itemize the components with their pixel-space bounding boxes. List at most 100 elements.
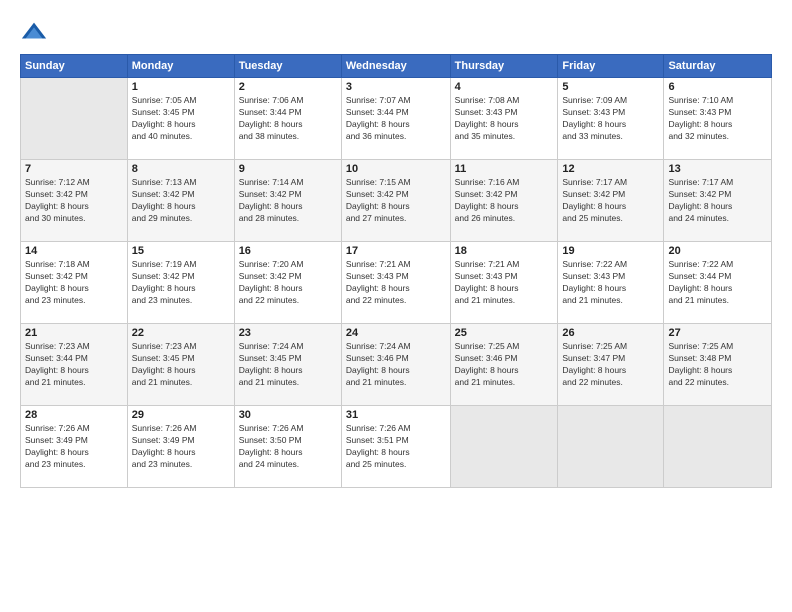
day-info: Sunrise: 7:13 AMSunset: 3:42 PMDaylight:…	[132, 177, 230, 225]
calendar-cell: 30 Sunrise: 7:26 AMSunset: 3:50 PMDayligh…	[234, 406, 341, 488]
day-info: Sunrise: 7:20 AMSunset: 3:42 PMDaylight:…	[239, 259, 337, 307]
day-number: 3	[346, 81, 446, 93]
calendar-cell: 8 Sunrise: 7:13 AMSunset: 3:42 PMDaylight…	[127, 160, 234, 242]
calendar-page: SundayMondayTuesdayWednesdayThursdayFrid…	[0, 0, 792, 612]
day-info: Sunrise: 7:25 AMSunset: 3:48 PMDaylight:…	[668, 341, 767, 389]
day-info: Sunrise: 7:18 AMSunset: 3:42 PMDaylight:…	[25, 259, 123, 307]
day-number: 2	[239, 81, 337, 93]
calendar-cell: 11 Sunrise: 7:16 AMSunset: 3:42 PMDayligh…	[450, 160, 558, 242]
calendar-cell: 3 Sunrise: 7:07 AMSunset: 3:44 PMDaylight…	[341, 78, 450, 160]
calendar-cell: 4 Sunrise: 7:08 AMSunset: 3:43 PMDaylight…	[450, 78, 558, 160]
calendar-cell	[450, 406, 558, 488]
day-number: 8	[132, 163, 230, 175]
day-number: 21	[25, 327, 123, 339]
day-of-week-header: Wednesday	[341, 55, 450, 78]
day-number: 16	[239, 245, 337, 257]
day-number: 29	[132, 409, 230, 421]
calendar-week-row: 14 Sunrise: 7:18 AMSunset: 3:42 PMDayligh…	[21, 242, 772, 324]
day-info: Sunrise: 7:06 AMSunset: 3:44 PMDaylight:…	[239, 95, 337, 143]
day-of-week-header: Saturday	[664, 55, 772, 78]
day-info: Sunrise: 7:12 AMSunset: 3:42 PMDaylight:…	[25, 177, 123, 225]
day-number: 20	[668, 245, 767, 257]
day-info: Sunrise: 7:16 AMSunset: 3:42 PMDaylight:…	[455, 177, 554, 225]
day-info: Sunrise: 7:21 AMSunset: 3:43 PMDaylight:…	[346, 259, 446, 307]
day-number: 4	[455, 81, 554, 93]
header	[20, 18, 772, 46]
day-info: Sunrise: 7:24 AMSunset: 3:46 PMDaylight:…	[346, 341, 446, 389]
day-number: 23	[239, 327, 337, 339]
calendar-cell: 10 Sunrise: 7:15 AMSunset: 3:42 PMDayligh…	[341, 160, 450, 242]
day-info: Sunrise: 7:26 AMSunset: 3:49 PMDaylight:…	[132, 423, 230, 471]
day-number: 11	[455, 163, 554, 175]
day-info: Sunrise: 7:24 AMSunset: 3:45 PMDaylight:…	[239, 341, 337, 389]
calendar-cell	[21, 78, 128, 160]
calendar-cell: 7 Sunrise: 7:12 AMSunset: 3:42 PMDaylight…	[21, 160, 128, 242]
day-info: Sunrise: 7:25 AMSunset: 3:46 PMDaylight:…	[455, 341, 554, 389]
calendar-cell: 24Sunrise: 7:24 AMSunset: 3:46 PMDayligh…	[341, 324, 450, 406]
day-number: 27	[668, 327, 767, 339]
calendar-cell: 27 Sunrise: 7:25 AMSunset: 3:48 PMDayligh…	[664, 324, 772, 406]
calendar-cell: 26 Sunrise: 7:25 AMSunset: 3:47 PMDayligh…	[558, 324, 664, 406]
day-number: 15	[132, 245, 230, 257]
calendar-cell	[558, 406, 664, 488]
calendar-cell: 12Sunrise: 7:17 AMSunset: 3:42 PMDayligh…	[558, 160, 664, 242]
day-number: 13	[668, 163, 767, 175]
day-info: Sunrise: 7:08 AMSunset: 3:43 PMDaylight:…	[455, 95, 554, 143]
calendar-cell: 22 Sunrise: 7:23 AMSunset: 3:45 PMDayligh…	[127, 324, 234, 406]
calendar-cell: 17 Sunrise: 7:21 AMSunset: 3:43 PMDayligh…	[341, 242, 450, 324]
calendar-cell: 18 Sunrise: 7:21 AMSunset: 3:43 PMDayligh…	[450, 242, 558, 324]
day-number: 18	[455, 245, 554, 257]
calendar-cell: 21 Sunrise: 7:23 AMSunset: 3:44 PMDayligh…	[21, 324, 128, 406]
calendar-cell: 31Sunrise: 7:26 AMSunset: 3:51 PMDayligh…	[341, 406, 450, 488]
calendar-cell: 16 Sunrise: 7:20 AMSunset: 3:42 PMDayligh…	[234, 242, 341, 324]
day-number: 10	[346, 163, 446, 175]
day-of-week-header: Friday	[558, 55, 664, 78]
logo	[20, 18, 52, 46]
day-number: 17	[346, 245, 446, 257]
day-info: Sunrise: 7:07 AMSunset: 3:44 PMDaylight:…	[346, 95, 446, 143]
day-number: 7	[25, 163, 123, 175]
day-info: Sunrise: 7:09 AMSunset: 3:43 PMDaylight:…	[562, 95, 659, 143]
day-info: Sunrise: 7:21 AMSunset: 3:43 PMDaylight:…	[455, 259, 554, 307]
day-info: Sunrise: 7:19 AMSunset: 3:42 PMDaylight:…	[132, 259, 230, 307]
day-number: 30	[239, 409, 337, 421]
calendar-cell: 20Sunrise: 7:22 AMSunset: 3:44 PMDayligh…	[664, 242, 772, 324]
day-info: Sunrise: 7:23 AMSunset: 3:44 PMDaylight:…	[25, 341, 123, 389]
day-number: 5	[562, 81, 659, 93]
day-of-week-header: Monday	[127, 55, 234, 78]
calendar-cell: 23 Sunrise: 7:24 AMSunset: 3:45 PMDayligh…	[234, 324, 341, 406]
calendar-week-row: 28 Sunrise: 7:26 AMSunset: 3:49 PMDayligh…	[21, 406, 772, 488]
day-of-week-header: Tuesday	[234, 55, 341, 78]
calendar-cell: 6Sunrise: 7:10 AMSunset: 3:43 PMDaylight…	[664, 78, 772, 160]
calendar-cell: 25 Sunrise: 7:25 AMSunset: 3:46 PMDayligh…	[450, 324, 558, 406]
calendar-cell: 29 Sunrise: 7:26 AMSunset: 3:49 PMDayligh…	[127, 406, 234, 488]
day-number: 25	[455, 327, 554, 339]
calendar-header-row: SundayMondayTuesdayWednesdayThursdayFrid…	[21, 55, 772, 78]
day-number: 6	[668, 81, 767, 93]
day-of-week-header: Sunday	[21, 55, 128, 78]
calendar-cell: 19Sunrise: 7:22 AMSunset: 3:43 PMDayligh…	[558, 242, 664, 324]
day-info: Sunrise: 7:23 AMSunset: 3:45 PMDaylight:…	[132, 341, 230, 389]
day-info: Sunrise: 7:26 AMSunset: 3:49 PMDaylight:…	[25, 423, 123, 471]
logo-icon	[20, 18, 48, 46]
calendar-table: SundayMondayTuesdayWednesdayThursdayFrid…	[20, 54, 772, 488]
calendar-cell: 13Sunrise: 7:17 AMSunset: 3:42 PMDayligh…	[664, 160, 772, 242]
day-number: 26	[562, 327, 659, 339]
calendar-week-row: 7 Sunrise: 7:12 AMSunset: 3:42 PMDaylight…	[21, 160, 772, 242]
day-number: 9	[239, 163, 337, 175]
calendar-cell: 2 Sunrise: 7:06 AMSunset: 3:44 PMDaylight…	[234, 78, 341, 160]
day-number: 22	[132, 327, 230, 339]
calendar-cell: 9 Sunrise: 7:14 AMSunset: 3:42 PMDaylight…	[234, 160, 341, 242]
calendar-week-row: 21 Sunrise: 7:23 AMSunset: 3:44 PMDayligh…	[21, 324, 772, 406]
calendar-cell: 14 Sunrise: 7:18 AMSunset: 3:42 PMDayligh…	[21, 242, 128, 324]
day-info: Sunrise: 7:26 AMSunset: 3:50 PMDaylight:…	[239, 423, 337, 471]
day-info: Sunrise: 7:26 AMSunset: 3:51 PMDaylight:…	[346, 423, 446, 471]
day-number: 14	[25, 245, 123, 257]
day-info: Sunrise: 7:25 AMSunset: 3:47 PMDaylight:…	[562, 341, 659, 389]
day-info: Sunrise: 7:14 AMSunset: 3:42 PMDaylight:…	[239, 177, 337, 225]
day-info: Sunrise: 7:15 AMSunset: 3:42 PMDaylight:…	[346, 177, 446, 225]
day-of-week-header: Thursday	[450, 55, 558, 78]
day-number: 28	[25, 409, 123, 421]
day-number: 19	[562, 245, 659, 257]
calendar-week-row: 1Sunrise: 7:05 AMSunset: 3:45 PMDaylight…	[21, 78, 772, 160]
